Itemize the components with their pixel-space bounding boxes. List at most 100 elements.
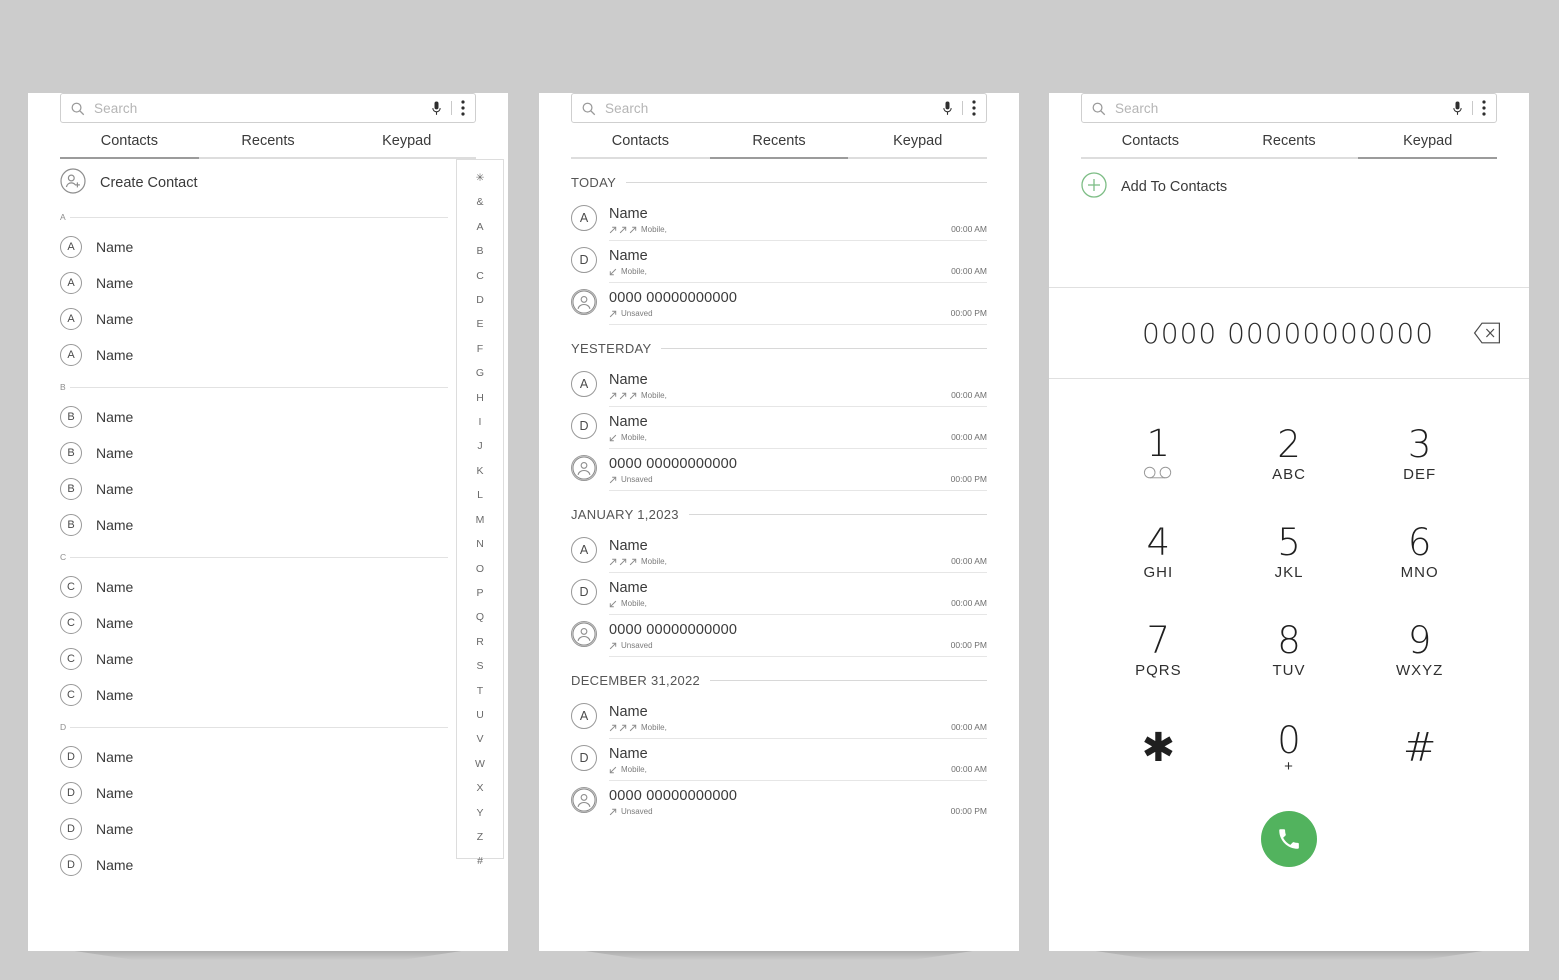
tab-contacts[interactable]: Contacts: [571, 123, 710, 159]
search-bar-keypad[interactable]: Search: [1081, 93, 1497, 123]
contact-row[interactable]: B Name: [60, 507, 448, 543]
recent-call-row[interactable]: D Name Mobile, 00:00 AM: [571, 241, 987, 283]
alpha-index-item[interactable]: M: [476, 508, 485, 532]
tab-keypad[interactable]: Keypad: [1358, 123, 1497, 159]
alpha-index-item[interactable]: Q: [476, 605, 484, 629]
alpha-index-item[interactable]: &: [476, 190, 483, 214]
dialpad-key-0[interactable]: 0 +: [1224, 699, 1355, 797]
alpha-index-item[interactable]: #: [477, 849, 483, 873]
more-vert-icon[interactable]: [1482, 100, 1486, 116]
recent-call-row[interactable]: 0000 00000000000 Unsaved 00:00 PM: [571, 615, 987, 657]
alpha-index-item[interactable]: R: [476, 630, 484, 654]
alpha-index-item[interactable]: P: [476, 581, 483, 605]
alpha-index-item[interactable]: ✳: [476, 166, 485, 190]
dialpad-key-5[interactable]: 5 JKL: [1224, 503, 1355, 601]
dialpad-key-7[interactable]: 7 PQRS: [1093, 601, 1224, 699]
tab-recents[interactable]: Recents: [710, 123, 849, 159]
dialpad-key-9[interactable]: 9 WXYZ: [1354, 601, 1485, 699]
alpha-index-item[interactable]: X: [476, 776, 483, 800]
mic-icon[interactable]: [942, 101, 953, 116]
contact-row[interactable]: D Name: [60, 811, 448, 847]
dialpad-digit: 6: [1407, 520, 1432, 564]
recent-call-row[interactable]: D Name Mobile, 00:00 AM: [571, 407, 987, 449]
mic-icon[interactable]: [431, 101, 442, 116]
tab-keypad[interactable]: Keypad: [337, 123, 476, 159]
alpha-index-item[interactable]: I: [479, 410, 482, 434]
contact-row[interactable]: B Name: [60, 471, 448, 507]
contact-row[interactable]: D Name: [60, 775, 448, 811]
contact-row[interactable]: D Name: [60, 847, 448, 883]
contact-row[interactable]: B Name: [60, 435, 448, 471]
recent-call-row[interactable]: D Name Mobile, 00:00 AM: [571, 739, 987, 781]
dialpad-key-4[interactable]: 4 GHI: [1093, 503, 1224, 601]
contact-row[interactable]: A Name: [60, 265, 448, 301]
create-contact-button[interactable]: Create Contact: [60, 159, 448, 203]
alpha-index-item[interactable]: B: [476, 239, 483, 263]
contact-row[interactable]: C Name: [60, 641, 448, 677]
alpha-index-item[interactable]: O: [476, 557, 484, 581]
recent-call-row[interactable]: 0000 00000000000 Unsaved 00:00 PM: [571, 781, 987, 822]
recent-call-row[interactable]: 0000 00000000000 Unsaved 00:00 PM: [571, 283, 987, 325]
call-button[interactable]: [1261, 811, 1317, 867]
dialpad-key-2[interactable]: 2 ABC: [1224, 405, 1355, 503]
alpha-index-item[interactable]: Y: [476, 801, 483, 825]
contact-row[interactable]: D Name: [60, 739, 448, 775]
alpha-index-item[interactable]: T: [477, 679, 483, 703]
alphabet-index[interactable]: ✳ & A B C D E F G H I J K L M N O P Q R S T U V W X Y Z #: [456, 159, 504, 867]
avatar-person-icon: [571, 289, 597, 315]
alpha-index-item[interactable]: L: [477, 483, 483, 507]
alpha-index-item[interactable]: C: [476, 264, 484, 288]
contacts-section-header: D: [60, 715, 448, 739]
alpha-index-item[interactable]: K: [476, 459, 483, 483]
more-vert-icon[interactable]: [972, 100, 976, 116]
alpha-index-item[interactable]: F: [477, 337, 483, 361]
tab-recents[interactable]: Recents: [199, 123, 338, 159]
alpha-index-item[interactable]: S: [476, 654, 483, 678]
alpha-index-item[interactable]: J: [477, 434, 482, 458]
recent-call-row[interactable]: D Name Mobile, 00:00 AM: [571, 573, 987, 615]
more-vert-icon[interactable]: [461, 100, 465, 116]
alpha-index-item[interactable]: A: [476, 215, 483, 239]
contact-row[interactable]: C Name: [60, 677, 448, 713]
alpha-index-item[interactable]: N: [476, 532, 484, 556]
alpha-index-item[interactable]: E: [476, 312, 483, 336]
dialpad-key-8[interactable]: 8 TUV: [1224, 601, 1355, 699]
dialed-number-value[interactable]: 0000 00000000000: [1049, 317, 1473, 350]
alpha-index-item[interactable]: Z: [477, 825, 483, 849]
contact-row[interactable]: C Name: [60, 569, 448, 605]
dialpad-key-hash[interactable]: #: [1354, 699, 1485, 797]
contact-name: Name: [96, 445, 134, 461]
contact-row[interactable]: A Name: [60, 337, 448, 373]
call-direction-icons: [609, 268, 617, 276]
contact-row[interactable]: C Name: [60, 605, 448, 641]
search-bar-contacts[interactable]: Search: [60, 93, 476, 123]
recent-call-row[interactable]: A Name Mobile, 00:00 AM: [571, 365, 987, 407]
tab-keypad[interactable]: Keypad: [848, 123, 987, 159]
backspace-icon[interactable]: [1473, 322, 1501, 344]
dialpad-key-6[interactable]: 6 MNO: [1354, 503, 1485, 601]
alpha-index-item[interactable]: H: [476, 386, 484, 410]
add-to-contacts-button[interactable]: Add To Contacts: [1081, 165, 1497, 209]
search-bar-recents[interactable]: Search: [571, 93, 987, 123]
alpha-index-item[interactable]: D: [476, 288, 484, 312]
tab-recents[interactable]: Recents: [1220, 123, 1359, 159]
contact-row[interactable]: A Name: [60, 301, 448, 337]
recent-call-row[interactable]: A Name Mobile, 00:00 AM: [571, 697, 987, 739]
alpha-index-item[interactable]: U: [476, 703, 484, 727]
tab-contacts[interactable]: Contacts: [60, 123, 199, 159]
recent-call-row[interactable]: 0000 00000000000 Unsaved 00:00 PM: [571, 449, 987, 491]
alpha-index-item[interactable]: V: [476, 727, 483, 751]
dialpad-key-3[interactable]: 3 DEF: [1354, 405, 1485, 503]
recent-call-row[interactable]: A Name Mobile, 00:00 AM: [571, 199, 987, 241]
contact-row[interactable]: A Name: [60, 229, 448, 265]
tab-contacts[interactable]: Contacts: [1081, 123, 1220, 159]
alpha-index-item[interactable]: G: [476, 361, 484, 385]
dialpad-key-star[interactable]: ✱: [1093, 699, 1224, 797]
dialpad-key-1[interactable]: 1: [1093, 405, 1224, 503]
call-details: 0000 00000000000 Unsaved 00:00 PM: [609, 787, 987, 822]
call-subline: Mobile, 00:00 AM: [609, 224, 987, 235]
alpha-index-item[interactable]: W: [475, 752, 485, 776]
mic-icon[interactable]: [1452, 101, 1463, 116]
recent-call-row[interactable]: A Name Mobile, 00:00 AM: [571, 531, 987, 573]
contact-row[interactable]: B Name: [60, 399, 448, 435]
